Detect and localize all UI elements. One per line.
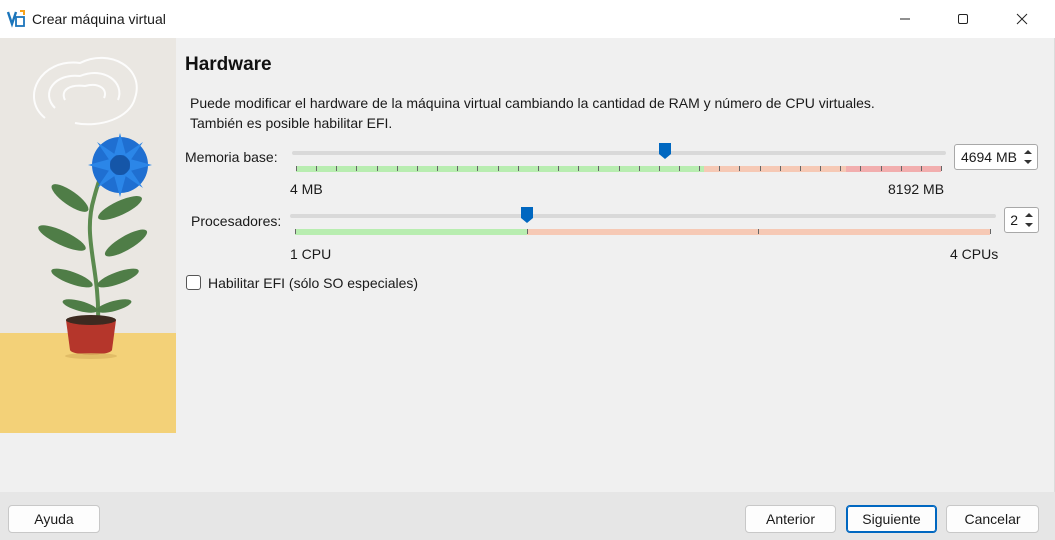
minimize-button[interactable]	[882, 0, 928, 38]
slider-tick	[416, 166, 418, 171]
slider-tick	[316, 166, 318, 171]
slider-tick	[578, 166, 580, 171]
slider-tick	[376, 166, 378, 171]
close-button[interactable]	[999, 0, 1045, 38]
description-line-2: También es posible habilitar EFI.	[190, 115, 393, 131]
help-button[interactable]: Ayuda	[8, 505, 100, 533]
page-description: Puede modificar el hardware de la máquin…	[190, 93, 1030, 133]
processors-min-label: 1 CPU	[290, 246, 332, 262]
slider-tick	[779, 166, 781, 171]
slider-tick	[618, 166, 620, 171]
slider-tick	[457, 166, 459, 171]
next-button[interactable]: Siguiente	[846, 505, 937, 533]
slider-tick	[477, 166, 479, 171]
minimize-icon	[900, 18, 910, 20]
memory-max-label: 8192 MB	[888, 181, 945, 197]
close-icon	[1016, 13, 1028, 25]
slider-tick	[860, 166, 862, 171]
slider-tick	[941, 166, 942, 171]
slider-tick	[759, 166, 761, 171]
slider-tick	[799, 166, 801, 171]
processors-label: Procesadores:	[191, 213, 282, 229]
virtualbox-icon	[6, 9, 26, 29]
flower-illustration	[0, 38, 176, 433]
memory-slider-thumb[interactable]	[659, 143, 672, 159]
description-line-1: Puede modificar el hardware de la máquin…	[190, 95, 875, 111]
slider-tick	[537, 166, 539, 171]
efi-checkbox-label[interactable]: Habilitar EFI (sólo SO especiales)	[208, 275, 418, 291]
slider-tick	[880, 166, 882, 171]
back-button[interactable]: Anterior	[745, 505, 836, 533]
processors-slider-track[interactable]	[290, 214, 996, 218]
slider-tick	[296, 166, 297, 171]
slider-tick	[295, 229, 296, 234]
page-title: Hardware	[185, 54, 272, 75]
memory-spinbox[interactable]: 4694 MB	[954, 144, 1038, 170]
slider-tick	[758, 229, 760, 234]
slider-tick	[336, 166, 338, 171]
slider-tick	[820, 166, 822, 171]
memory-slider-track[interactable]	[292, 151, 946, 155]
slider-tick	[517, 166, 519, 171]
memory-label: Memoria base:	[185, 149, 278, 165]
spin-arrows-icon[interactable]	[1020, 208, 1038, 232]
slider-tick	[990, 229, 991, 234]
memory-value: 4694 MB	[960, 149, 1017, 165]
processors-value: 2	[1010, 212, 1018, 228]
processors-max-label: 4 CPUs	[950, 246, 999, 262]
memory-min-label: 4 MB	[290, 181, 323, 197]
maximize-icon	[958, 14, 968, 24]
processors-spinbox[interactable]: 2	[1004, 207, 1039, 233]
slider-tick	[638, 166, 640, 171]
processors-slider-thumb[interactable]	[520, 207, 533, 223]
slider-tick	[658, 166, 660, 171]
slider-tick	[526, 229, 528, 234]
slider-tick	[497, 166, 499, 171]
slider-tick	[920, 166, 922, 171]
title-bar: Crear máquina virtual	[0, 0, 1055, 38]
maximize-button[interactable]	[940, 0, 986, 38]
slider-tick	[558, 166, 560, 171]
window-title: Crear máquina virtual	[32, 11, 166, 27]
slider-tick	[598, 166, 600, 171]
memory-zone-warning	[704, 166, 846, 172]
spin-arrows-icon[interactable]	[1019, 145, 1037, 169]
slider-tick	[437, 166, 439, 171]
slider-tick	[840, 166, 842, 171]
cancel-button[interactable]: Cancelar	[946, 505, 1039, 533]
slider-tick	[699, 166, 701, 171]
processors-zone-safe	[295, 229, 527, 235]
slider-tick	[739, 166, 741, 171]
slider-tick	[396, 166, 398, 171]
slider-tick	[678, 166, 680, 171]
slider-tick	[356, 166, 358, 171]
efi-checkbox[interactable]	[186, 275, 201, 290]
slider-tick	[719, 166, 721, 171]
slider-tick	[900, 166, 902, 171]
